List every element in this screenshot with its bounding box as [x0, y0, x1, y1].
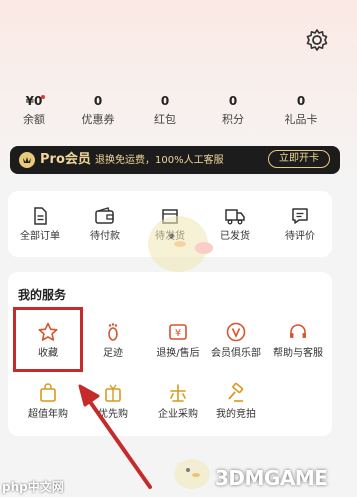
- account-stats: ¥0 余额 0 优惠券 0 红包 0 积分 0 礼品卡: [0, 94, 357, 130]
- service-footprint[interactable]: 足迹: [81, 321, 145, 360]
- gear-icon[interactable]: [304, 27, 330, 53]
- stat-red-packets[interactable]: 0 红包: [135, 94, 195, 126]
- notification-dot: [41, 95, 45, 99]
- stat-value: 0: [296, 94, 306, 108]
- pro-title: Pro会员: [40, 152, 91, 167]
- service-priority-buy[interactable]: 优先购: [81, 382, 145, 421]
- footprint-icon: [108, 323, 118, 341]
- pro-description: 退换免运费，100%人工客服: [95, 155, 224, 166]
- stat-label: 余额: [23, 113, 45, 126]
- svg-text:¥: ¥: [175, 328, 181, 339]
- truck-icon: [225, 209, 245, 225]
- crown-icon: [19, 152, 35, 168]
- return-icon: ¥: [169, 324, 187, 340]
- stat-value: ¥0: [25, 94, 43, 108]
- service-label: 帮助与客服: [273, 348, 323, 359]
- service-enterprise[interactable]: 企业采购: [146, 382, 210, 421]
- stat-points[interactable]: 0 积分: [203, 94, 263, 126]
- service-label: 退换/售后: [156, 348, 200, 359]
- order-label: 待付款: [90, 231, 120, 242]
- stat-label: 礼品卡: [284, 113, 318, 126]
- auction-icon: [228, 382, 244, 402]
- service-annual-purchase[interactable]: 超值年购: [16, 382, 80, 421]
- gift-icon: [105, 384, 121, 402]
- favorites-highlight-box: [13, 307, 83, 372]
- order-list-icon: [34, 207, 47, 225]
- stat-coupons[interactable]: 0 优惠券: [68, 94, 128, 126]
- stat-value: 0: [160, 94, 170, 108]
- mascot-image: [148, 216, 213, 272]
- order-label: 全部订单: [20, 231, 60, 242]
- order-pending-payment[interactable]: 待付款: [73, 206, 137, 243]
- stat-label: 积分: [222, 113, 244, 126]
- service-vip-club[interactable]: 会员俱乐部: [203, 321, 269, 360]
- service-help[interactable]: 帮助与客服: [265, 321, 331, 360]
- service-label: 我的竞拍: [216, 409, 256, 420]
- enterprise-icon: [170, 384, 186, 402]
- headset-icon: [290, 324, 306, 338]
- stat-value: 0: [93, 94, 103, 108]
- order-label: 待评价: [285, 231, 315, 242]
- open-card-button[interactable]: 立即开卡: [268, 150, 330, 168]
- services-title: 我的服务: [18, 288, 67, 302]
- order-pending-review[interactable]: 待评价: [268, 206, 332, 243]
- watermark-logo: [174, 459, 210, 489]
- pro-member-banner[interactable]: Pro会员 退换免运费，100%人工客服 立即开卡: [10, 146, 340, 174]
- watermark-php: php中文网: [2, 480, 64, 494]
- wallet-icon: [95, 207, 114, 224]
- comment-icon: [292, 208, 308, 224]
- stat-balance[interactable]: ¥0 余额: [4, 94, 64, 126]
- bag-icon: [40, 383, 56, 402]
- stat-label: 红包: [154, 113, 176, 126]
- service-label: 足迹: [103, 348, 123, 359]
- stat-gift-cards[interactable]: 0 礼品卡: [271, 94, 331, 126]
- order-all[interactable]: 全部订单: [8, 206, 72, 243]
- watermark-3dmgame: 3DMGAME: [215, 466, 328, 490]
- vip-icon: [226, 322, 246, 342]
- service-label: 优先购: [98, 409, 128, 420]
- service-label: 超值年购: [28, 409, 68, 420]
- service-label: 企业采购: [158, 409, 198, 420]
- stat-value: 0: [228, 94, 238, 108]
- stat-label: 优惠券: [81, 113, 115, 126]
- service-auction[interactable]: 我的竞拍: [203, 382, 269, 421]
- service-returns[interactable]: ¥ 退换/售后: [146, 321, 210, 360]
- service-label: 会员俱乐部: [211, 348, 261, 359]
